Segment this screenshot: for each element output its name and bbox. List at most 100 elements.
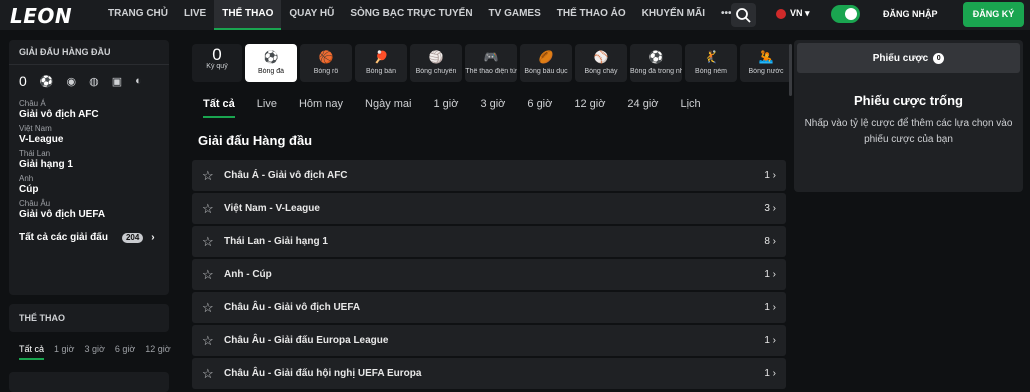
all-leagues-link[interactable]: Tất cả các giải đấu 204 › [9, 220, 169, 243]
sport-tile-esports[interactable]: 🎮 Thể thao điện tử [465, 44, 517, 82]
sport-filter-icons: 0 ⚽ ◉ ◍ ▣ ◐ [9, 65, 169, 95]
sport-label: Thể thao điện tử [465, 68, 517, 75]
league-row-count: 1 › [764, 269, 776, 280]
star-icon[interactable]: ☆ [202, 168, 224, 184]
tab-3h[interactable]: 3 giờ [480, 98, 505, 118]
bet-slip-empty-text: Nhấp vào tỷ lệ cược để thêm các lựa chọn… [804, 118, 1013, 145]
sport-tile-football[interactable]: ⚽ Bóng đá [245, 44, 297, 82]
leon-logo[interactable]: LEON [10, 4, 72, 28]
tab-24h[interactable]: 24 giờ [627, 98, 658, 118]
league-row-name: Châu Âu - Giải đấu Europa League [224, 335, 389, 346]
handball-icon: 🤾 [703, 50, 719, 64]
star-icon[interactable]: ☆ [202, 366, 224, 382]
login-button[interactable]: ĐĂNG NHẬP [883, 9, 938, 19]
bet-slip-tab[interactable]: Phiếu cược 0 [797, 43, 1020, 73]
star-icon[interactable]: ☆ [202, 300, 224, 316]
league-row-count: 3 › [764, 203, 776, 214]
jackpot-icon: 0 [212, 45, 222, 64]
tab-6h[interactable]: 6 giờ [527, 98, 552, 118]
league-row-count: 1 › [764, 368, 776, 379]
tab-schedule[interactable]: Lịch [681, 98, 701, 118]
league-item[interactable]: Anh Cúp [9, 170, 169, 195]
league-row-name: Châu Á - Giải vô địch AFC [224, 170, 348, 181]
nav-slots[interactable]: QUAY HŨ [281, 0, 342, 30]
league-row[interactable]: ☆ Châu Á - Giải vô địch AFC 1 › [192, 160, 786, 191]
tab-1h[interactable]: 1 giờ [54, 344, 74, 360]
league-country: Việt Nam [19, 124, 52, 133]
tab-today[interactable]: Hôm nay [299, 98, 343, 118]
league-country: Châu Âu [19, 199, 51, 208]
sport-label: Bóng đá [257, 68, 285, 75]
sport-tile-futsal[interactable]: ⚽ Bóng đá trong nhà [630, 44, 682, 82]
star-icon[interactable]: ☆ [202, 267, 224, 283]
sport-tiles-scrollbar[interactable] [789, 44, 792, 96]
league-row[interactable]: ☆ Châu Âu - Giải đấu hội nghị UEFA Europa… [192, 358, 786, 389]
basketball-icon[interactable]: ◉ [67, 75, 77, 88]
theme-toggle[interactable] [831, 5, 860, 23]
sport-tile-basketball[interactable]: 🏀 Bóng rổ [300, 44, 352, 82]
league-item[interactable]: Việt Nam V-League [9, 120, 169, 145]
top-bar: LEON TRANG CHỦ LIVE THỂ THAO QUAY HŨ SÒN… [0, 0, 1030, 30]
league-row[interactable]: ☆ Việt Nam - V-League 3 › [192, 193, 786, 224]
tab-3h[interactable]: 3 giờ [84, 344, 104, 360]
search-button[interactable] [731, 3, 756, 27]
signup-button[interactable]: ĐĂNG KÝ [963, 2, 1024, 27]
league-row-name: Anh - Cúp [224, 269, 272, 280]
star-icon[interactable]: ☆ [202, 234, 224, 250]
star-icon[interactable]: ☆ [202, 201, 224, 217]
sport-label: Bóng rổ [313, 68, 339, 75]
sport-label: Bóng bàn [366, 68, 396, 75]
sport-tile-baseball[interactable]: ⚾ Bóng chày [575, 44, 627, 82]
bet-slip-count: 0 [933, 52, 945, 64]
nav-sports[interactable]: THỂ THAO [214, 0, 282, 30]
bet-slip-label: Phiếu cược [872, 52, 929, 64]
tab-6h[interactable]: 6 giờ [115, 344, 135, 360]
tennis-icon[interactable]: ◐ [135, 75, 142, 87]
league-item[interactable]: Châu Âu Giải vô địch UEFA [9, 195, 169, 220]
sport-tile-table-tennis[interactable]: 🏓 Bóng bàn [355, 44, 407, 82]
league-row-count: 1 › [764, 170, 776, 181]
league-item[interactable]: Châu Á Giải vô địch AFC [9, 95, 169, 120]
tab-tomorrow[interactable]: Ngày mai [365, 98, 411, 118]
star-icon[interactable]: ☆ [202, 333, 224, 349]
football-icon[interactable]: ⚽ [40, 75, 54, 88]
league-country: Anh [19, 174, 34, 183]
tab-all[interactable]: Tất cả [203, 98, 235, 118]
league-country: Châu Á [19, 99, 46, 108]
nav-live-casino[interactable]: SÒNG BẠC TRỰC TUYẾN [342, 0, 480, 30]
bet-slip-panel: Phiếu cược 0 Phiếu cược trống Nhấp vào tỷ… [794, 40, 1023, 192]
sport-tile-volleyball[interactable]: 🏐 Bóng chuyền [410, 44, 462, 82]
sport-tile-handball[interactable]: 🤾 Bóng ném [685, 44, 737, 82]
tab-live[interactable]: Live [257, 98, 277, 118]
nav-live[interactable]: LIVE [176, 0, 214, 30]
language-selector[interactable]: VN ▾ [790, 8, 810, 19]
volleyball-icon[interactable]: ◍ [89, 75, 99, 88]
time-filter-tabs: Tất cả Live Hôm nay Ngày mai 1 giờ 3 giờ… [203, 98, 701, 118]
league-row[interactable]: ☆ Anh - Cúp 1 › [192, 259, 786, 290]
tab-1h[interactable]: 1 giờ [433, 98, 458, 118]
tab-all[interactable]: Tất cả [19, 344, 45, 360]
sport-tile-jackpot[interactable]: 0 Kỳ quỹ [192, 44, 242, 82]
favorites-count[interactable]: 0 [19, 73, 27, 89]
league-row-name: Việt Nam - V-League [224, 203, 320, 214]
sport-label: Bóng chuyền [415, 68, 457, 75]
sport-tile-water-polo[interactable]: 🤽 Bóng nước [740, 44, 792, 82]
nav-home[interactable]: TRANG CHỦ [100, 0, 176, 30]
sport-label: Bóng ném [695, 68, 727, 75]
league-row[interactable]: ☆ Thái Lan - Giải hạng 1 8 › [192, 226, 786, 257]
league-item[interactable]: Thái Lan Giải hạng 1 [9, 145, 169, 170]
league-country: Thái Lan [19, 149, 51, 158]
esports-icon[interactable]: ▣ [112, 75, 122, 88]
tab-12h[interactable]: 12 giờ [145, 344, 170, 360]
league-row[interactable]: ☆ Châu Âu - Giải vô địch UEFA 1 › [192, 292, 786, 323]
league-name: Giải vô địch AFC [19, 109, 99, 120]
nav-virtual-sports[interactable]: THỂ THAO ẢO [549, 0, 634, 30]
sport-tile-rugby[interactable]: 🏉 Bóng bầu dục [520, 44, 572, 82]
nav-tv-games[interactable]: TV GAMES [481, 0, 549, 30]
nav-promotions[interactable]: KHUYẾN MÃI [634, 0, 713, 30]
sports-list-item[interactable] [9, 372, 169, 392]
basketball-icon: 🏀 [318, 50, 334, 64]
tab-12h[interactable]: 12 giờ [574, 98, 605, 118]
league-row[interactable]: ☆ Châu Âu - Giải đấu Europa League 1 › [192, 325, 786, 356]
sport-tiles: 0 Kỳ quỹ ⚽ Bóng đá 🏀 Bóng rổ 🏓 Bóng bàn 🏐 Bón… [192, 44, 792, 82]
